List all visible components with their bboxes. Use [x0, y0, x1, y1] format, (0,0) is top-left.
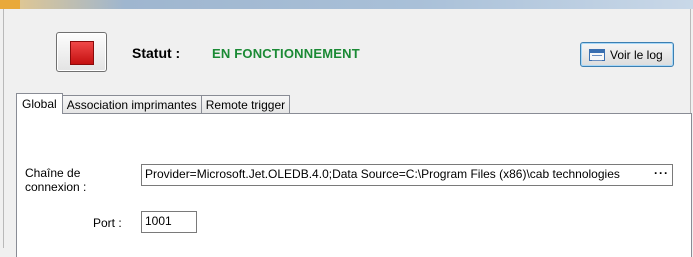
tab-remote-trigger[interactable]: Remote trigger — [200, 95, 291, 114]
stop-square-icon — [70, 41, 94, 65]
window-accent — [0, 0, 20, 9]
tab-strip: Global Association imprimantes Remote tr… — [16, 93, 291, 114]
connection-string-value: Provider=Microsoft.Jet.OLEDB.4.0;Data So… — [145, 167, 620, 181]
status-value: EN FONCTIONNEMENT — [212, 46, 360, 61]
port-label: Port : — [93, 216, 122, 230]
connection-label-line1: Chaîne de — [25, 166, 81, 180]
status-label: Statut : — [132, 45, 181, 61]
global-tab-panel: Chaîne de connexion : Provider=Microsoft… — [16, 113, 692, 257]
window-top-strip — [0, 0, 693, 9]
tab-association-imprimantes[interactable]: Association imprimantes — [61, 95, 202, 114]
log-window-icon — [589, 48, 605, 61]
view-log-label: Voir le log — [610, 47, 663, 62]
view-log-button[interactable]: Voir le log — [580, 42, 674, 67]
ellipsis-icon[interactable]: ··· — [654, 166, 669, 180]
tab-global[interactable]: Global — [16, 93, 63, 114]
connection-string-field[interactable]: Provider=Microsoft.Jet.OLEDB.4.0;Data So… — [141, 164, 673, 186]
connection-label-line2: connexion : — [25, 180, 87, 194]
main-window: Statut : EN FONCTIONNEMENT Voir le log G… — [3, 9, 692, 257]
port-field[interactable]: 1001 — [141, 211, 197, 233]
stop-button[interactable] — [56, 32, 107, 72]
connection-string-label: Chaîne de connexion : — [25, 166, 86, 194]
